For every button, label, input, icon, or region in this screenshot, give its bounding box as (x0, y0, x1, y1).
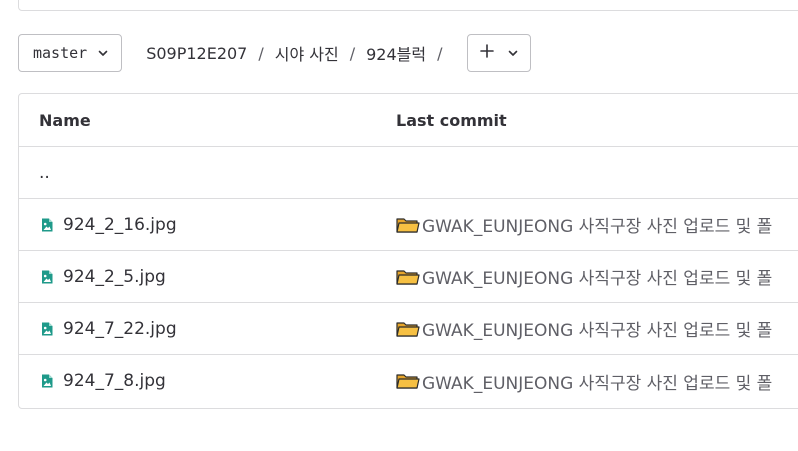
branch-selector-button[interactable]: master (18, 34, 123, 72)
image-file-icon (39, 321, 55, 337)
breadcrumb-separator: / (437, 43, 443, 63)
breadcrumb-item-subfolder[interactable]: 924블럭 (366, 41, 426, 65)
add-to-tree-button[interactable] (467, 34, 532, 72)
table-header-row: Name Last commit (19, 94, 798, 147)
image-file-icon (39, 373, 55, 389)
breadcrumb-separator: / (258, 43, 264, 63)
file-name-link[interactable]: 924_2_5.jpg (63, 267, 166, 287)
column-header-last-commit: Last commit (396, 110, 507, 130)
branch-name: master (33, 44, 88, 62)
file-name-link[interactable]: 924_7_22.jpg (63, 319, 177, 339)
commit-message-link[interactable]: GWAK_EUNJEONG 사직구장 사진 업로드 및 폴 (422, 212, 772, 237)
folder-icon (396, 372, 420, 390)
parent-directory-link[interactable]: .. (39, 163, 50, 183)
table-row[interactable]: 924_7_8.jpg GWAK_EUNJEONG 사직구장 사진 업로드 및 … (19, 355, 798, 407)
folder-icon (396, 268, 420, 286)
file-name-link[interactable]: 924_7_8.jpg (63, 371, 166, 391)
table-row[interactable]: 924_7_22.jpg GWAK_EUNJEONG 사직구장 사진 업로드 및… (19, 303, 798, 355)
breadcrumb: S09P12E207 / 시야 사진 / 924블럭 / (146, 41, 453, 65)
column-header-name: Name (39, 110, 91, 130)
file-tree-table: Name Last commit .. 924_2_16.jpg GWAK_EU… (18, 93, 798, 409)
table-row[interactable]: 924_2_16.jpg GWAK_EUNJEONG 사직구장 사진 업로드 및… (19, 199, 798, 251)
file-name-link[interactable]: 924_2_16.jpg (63, 215, 177, 235)
folder-icon (396, 320, 420, 338)
chevron-down-icon (97, 47, 109, 59)
breadcrumb-item-project[interactable]: S09P12E207 (146, 44, 247, 63)
breadcrumb-item-folder[interactable]: 시야 사진 (275, 41, 339, 65)
breadcrumb-separator: / (349, 43, 356, 63)
plus-icon (479, 43, 495, 63)
image-file-icon (39, 269, 55, 285)
table-row[interactable]: 924_2_5.jpg GWAK_EUNJEONG 사직구장 사진 업로드 및 … (19, 251, 798, 303)
top-panel-edge (18, 0, 798, 11)
commit-message-link[interactable]: GWAK_EUNJEONG 사직구장 사진 업로드 및 폴 (422, 369, 772, 394)
parent-directory-row[interactable]: .. (19, 147, 798, 199)
folder-icon (396, 216, 420, 234)
chevron-down-icon (507, 44, 519, 63)
commit-message-link[interactable]: GWAK_EUNJEONG 사직구장 사진 업로드 및 폴 (422, 316, 772, 341)
image-file-icon (39, 217, 55, 233)
repo-navigation: master S09P12E207 / 시야 사진 / 924블럭 / (18, 33, 532, 73)
commit-message-link[interactable]: GWAK_EUNJEONG 사직구장 사진 업로드 및 폴 (422, 264, 772, 289)
